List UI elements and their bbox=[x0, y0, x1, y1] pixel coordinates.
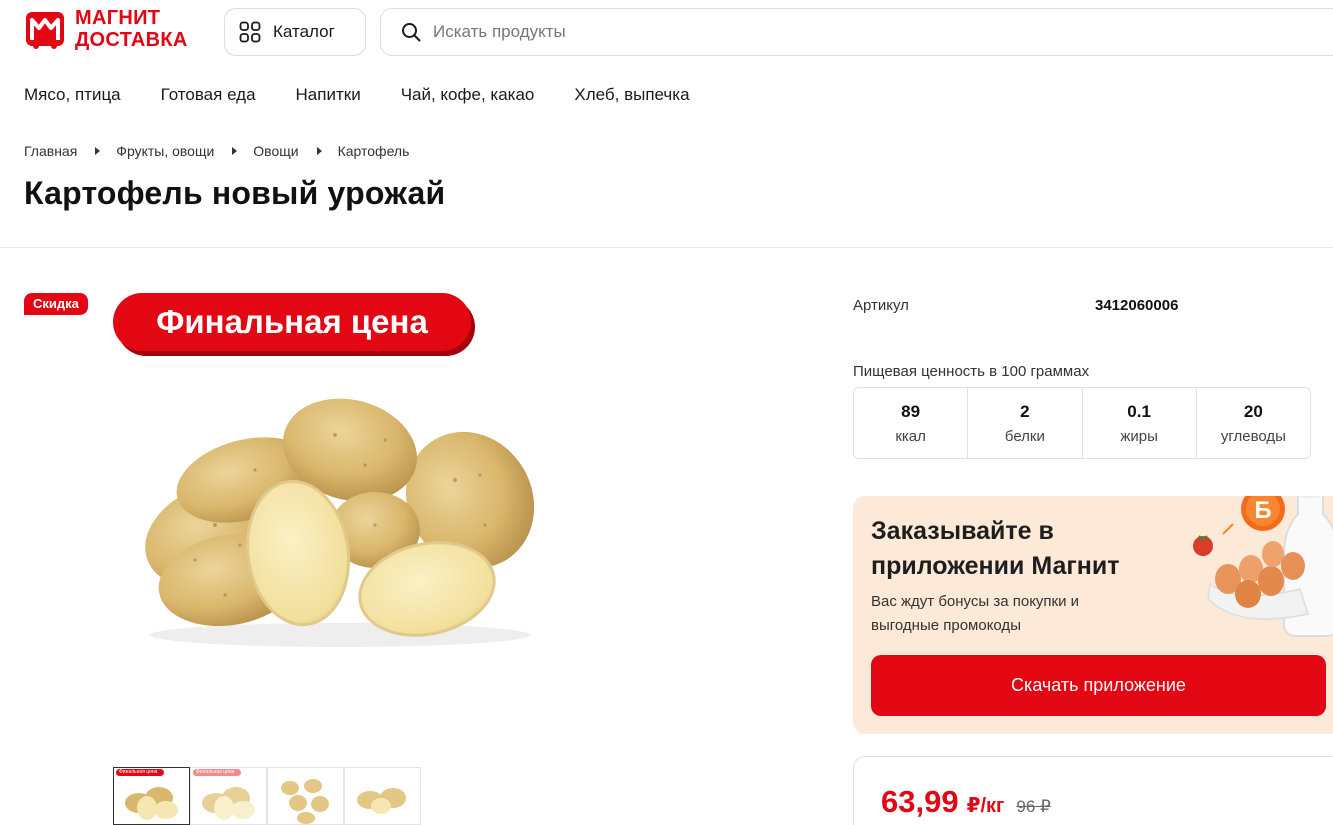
thumbnail-badge: Финальная цена bbox=[116, 769, 164, 776]
nutrition-carbs: 20 углеводы bbox=[1197, 388, 1310, 458]
price-unit: ₽/кг bbox=[966, 795, 1005, 817]
article-label: Артикул bbox=[853, 297, 909, 314]
nutrition-kcal: 89 ккал bbox=[854, 388, 969, 458]
nutrition-unit: жиры bbox=[1120, 427, 1158, 445]
catalog-button[interactable]: Каталог bbox=[224, 8, 366, 56]
thumbnail-2[interactable]: Финальная цена bbox=[190, 767, 267, 825]
logo[interactable]: МАГНИТ ДОСТАВКА bbox=[24, 7, 188, 51]
breadcrumb-arrow-icon bbox=[316, 147, 322, 155]
category-drinks[interactable]: Напитки bbox=[296, 85, 361, 105]
nutrition-value: 89 bbox=[901, 401, 921, 421]
thumbnail-image bbox=[125, 787, 178, 820]
divider bbox=[0, 247, 1333, 248]
nutrition-value: 2 bbox=[1020, 401, 1030, 421]
thumbnail-image bbox=[202, 787, 255, 820]
category-meat[interactable]: Мясо, птица bbox=[24, 85, 121, 105]
logo-line-1: МАГНИТ bbox=[75, 7, 161, 29]
breadcrumb-vegetables[interactable]: Овощи bbox=[253, 143, 298, 159]
old-price: 96 ₽ bbox=[1016, 797, 1051, 816]
nutrition-value: 0.1 bbox=[1127, 401, 1151, 421]
nutrition-value: 20 bbox=[1243, 401, 1263, 421]
nutrition-unit: ккал bbox=[895, 427, 926, 445]
logo-line-2: ДОСТАВКА bbox=[75, 29, 188, 51]
bonus-coin-letter: Б bbox=[1254, 497, 1271, 524]
current-price: 63,99 bbox=[881, 784, 959, 819]
category-tea-coffee[interactable]: Чай, кофе, какао bbox=[401, 85, 535, 105]
grid-icon bbox=[239, 21, 261, 43]
promo-subtitle: Вас ждут бонусы за покупки и выгодные пр… bbox=[871, 593, 1080, 634]
promo-title: Заказывайте в приложении Магнит bbox=[871, 517, 1120, 580]
thumbnail-strip: Финальная цена Финальная цена bbox=[113, 767, 421, 825]
price-block: 63,99 ₽/кг 96 ₽ bbox=[881, 784, 1051, 820]
download-app-button[interactable]: Скачать приложение bbox=[871, 655, 1326, 716]
app-promo-banner: Заказывайте в приложении Магнит Вас ждут… bbox=[853, 496, 1333, 734]
thumbnail-1[interactable]: Финальная цена bbox=[113, 767, 190, 825]
breadcrumb-home[interactable]: Главная bbox=[24, 143, 77, 159]
search-icon bbox=[402, 23, 421, 42]
category-bread[interactable]: Хлеб, выпечка bbox=[574, 85, 689, 105]
thumbnail-3[interactable] bbox=[267, 767, 344, 825]
nutrition-unit: белки bbox=[1004, 427, 1045, 445]
sale-badge: Скидка bbox=[24, 293, 88, 315]
nutrition-title: Пищевая ценность в 100 граммах bbox=[853, 363, 1090, 380]
thumbnail-badge: Финальная цена bbox=[193, 769, 241, 776]
thumbnail-4[interactable] bbox=[344, 767, 421, 825]
catalog-label: Каталог bbox=[273, 22, 335, 41]
category-ready-food[interactable]: Готовая еда bbox=[161, 85, 256, 105]
magnit-logo-icon bbox=[26, 12, 64, 49]
thumbnail-image bbox=[357, 788, 406, 814]
nutrition-protein: 2 белки bbox=[968, 388, 1083, 458]
breadcrumb: Главная Фрукты, овощи Овощи Картофель bbox=[24, 143, 409, 159]
search-bar[interactable] bbox=[380, 8, 1333, 56]
breadcrumb-potato[interactable]: Картофель bbox=[338, 143, 410, 159]
promo-illustration: Б bbox=[1193, 496, 1333, 637]
logo-text: МАГНИТ ДОСТАВКА bbox=[75, 7, 188, 51]
nutrition-fat: 0.1 жиры bbox=[1083, 388, 1197, 458]
breadcrumb-arrow-icon bbox=[232, 147, 238, 155]
category-nav: Мясо, птица Готовая еда Напитки Чай, коф… bbox=[24, 85, 690, 105]
price-card: 63,99 ₽/кг 96 ₽ bbox=[853, 756, 1333, 825]
product-image[interactable] bbox=[135, 385, 545, 655]
nutrition-table: 89 ккал 2 белки 0.1 жиры 20 углеводы bbox=[853, 387, 1311, 459]
article-value: 3412060006 bbox=[1095, 297, 1179, 314]
thumbnail-image bbox=[281, 779, 329, 824]
breadcrumb-arrow-icon bbox=[95, 147, 101, 155]
search-input[interactable] bbox=[433, 22, 1133, 42]
page-title: Картофель новый урожай bbox=[24, 175, 446, 211]
final-price-badge: Финальная цена bbox=[113, 293, 471, 351]
nutrition-unit: углеводы bbox=[1220, 427, 1286, 445]
breadcrumb-fruits-veg[interactable]: Фрукты, овощи bbox=[116, 143, 214, 159]
